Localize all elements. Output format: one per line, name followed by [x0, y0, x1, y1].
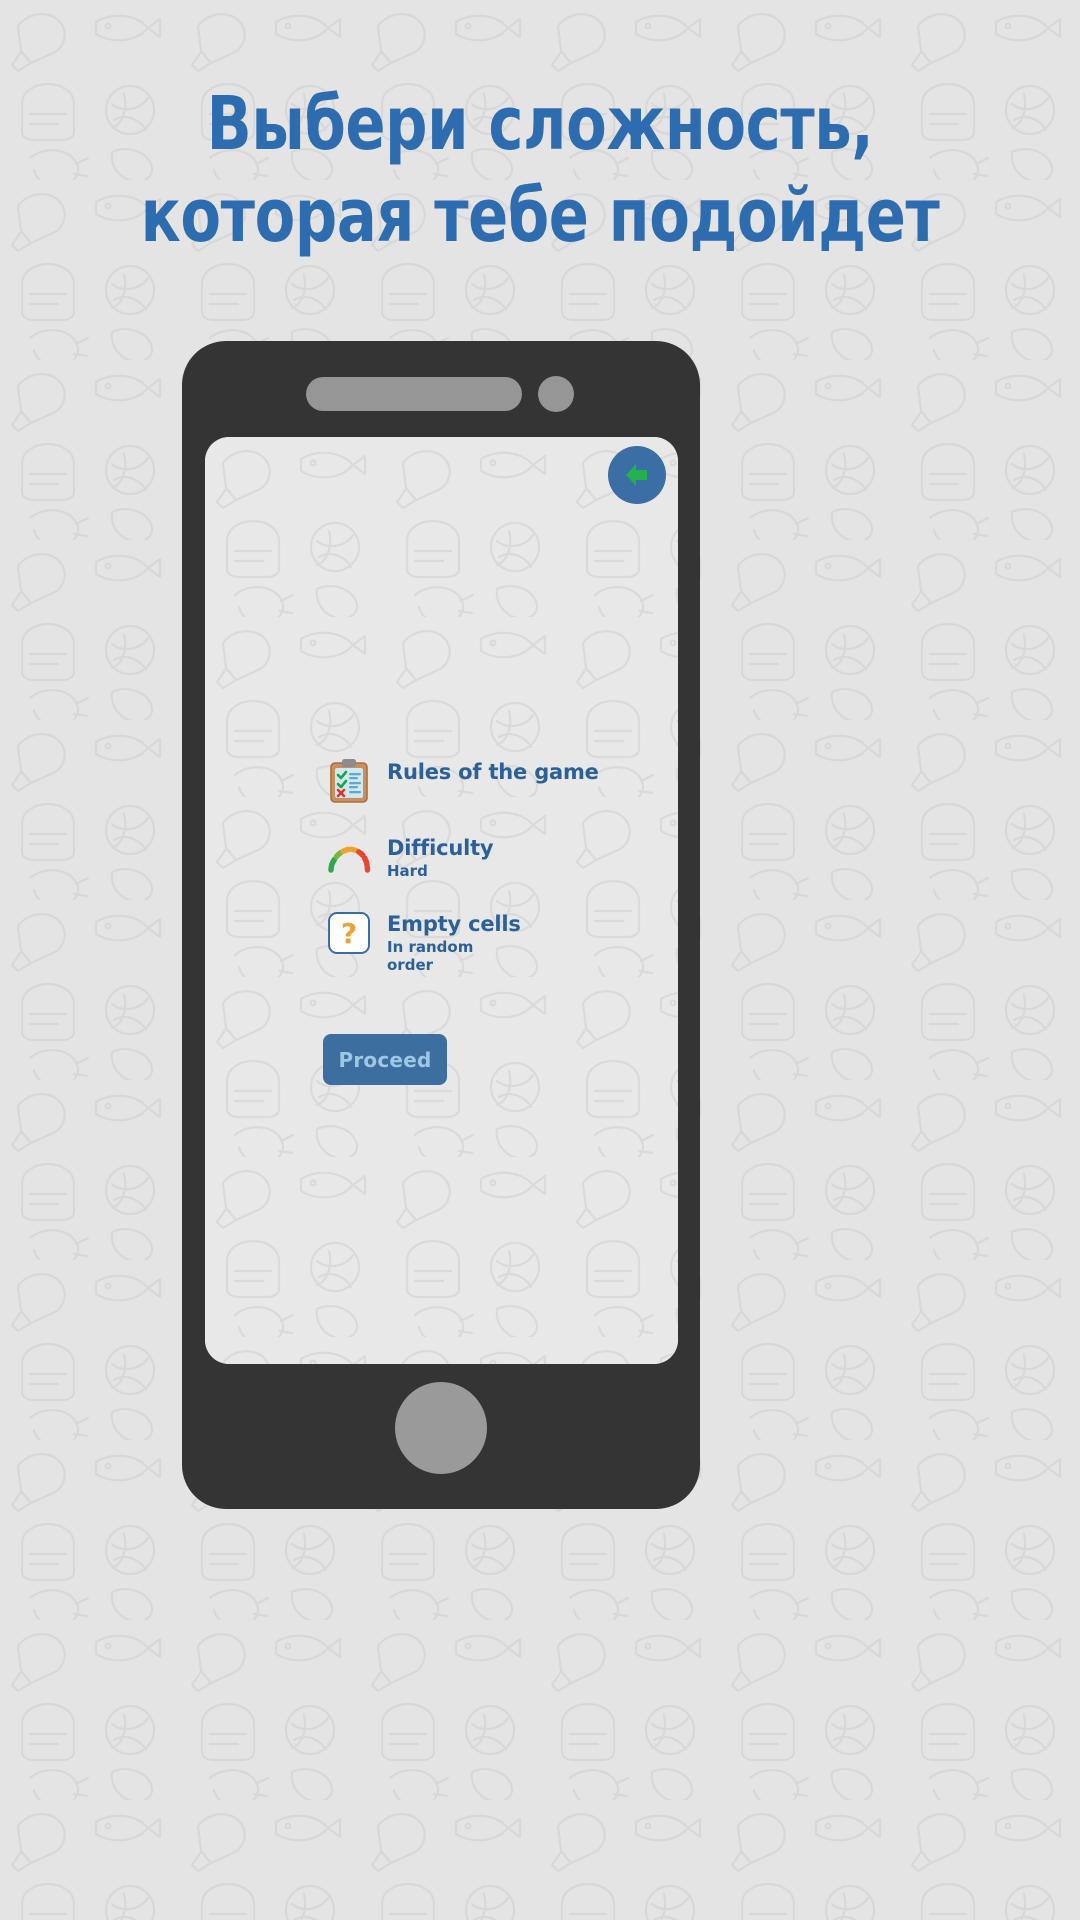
page-title: Выбери сложность, которая тебе подойдет: [0, 78, 1080, 262]
phone-home-button[interactable]: [395, 1382, 487, 1474]
menu-item-rules-text: Rules of the game: [387, 755, 599, 784]
back-button[interactable]: [608, 446, 666, 504]
menu-item-difficulty[interactable]: Difficulty Hard: [323, 831, 653, 883]
menu-item-difficulty-title: Difficulty: [387, 836, 494, 860]
menu-item-rules[interactable]: Rules of the game: [323, 755, 653, 807]
menu-item-empty-cells[interactable]: ? Empty cells In random order: [323, 907, 653, 974]
menu-item-difficulty-text: Difficulty Hard: [387, 831, 494, 880]
headline-line-2: которая тебе подойдет: [140, 173, 940, 259]
proceed-button-label: Proceed: [338, 1047, 432, 1072]
menu-item-difficulty-value: Hard: [387, 862, 428, 880]
back-arrow-icon: [626, 464, 647, 486]
difficulty-gauge-icon: [323, 831, 375, 883]
phone-mockup: Rules of the game Difficulty Hard ? Empt…: [182, 341, 700, 1509]
question-mark-icon: ?: [323, 907, 375, 959]
headline-line-1: Выбери сложность,: [206, 81, 874, 167]
proceed-button[interactable]: Proceed: [323, 1034, 447, 1085]
menu-item-empty-cells-title: Empty cells: [387, 912, 521, 936]
clipboard-checklist-icon: [323, 755, 375, 807]
settings-menu: Rules of the game Difficulty Hard ? Empt…: [323, 755, 653, 998]
phone-camera: [538, 376, 574, 412]
svg-text:?: ?: [341, 917, 357, 950]
phone-screen: Rules of the game Difficulty Hard ? Empt…: [205, 437, 678, 1364]
menu-item-empty-cells-text: Empty cells In random order: [387, 907, 521, 974]
menu-item-empty-cells-value: In random order: [387, 938, 474, 974]
phone-speaker: [306, 377, 522, 411]
menu-item-rules-title: Rules of the game: [387, 760, 599, 784]
